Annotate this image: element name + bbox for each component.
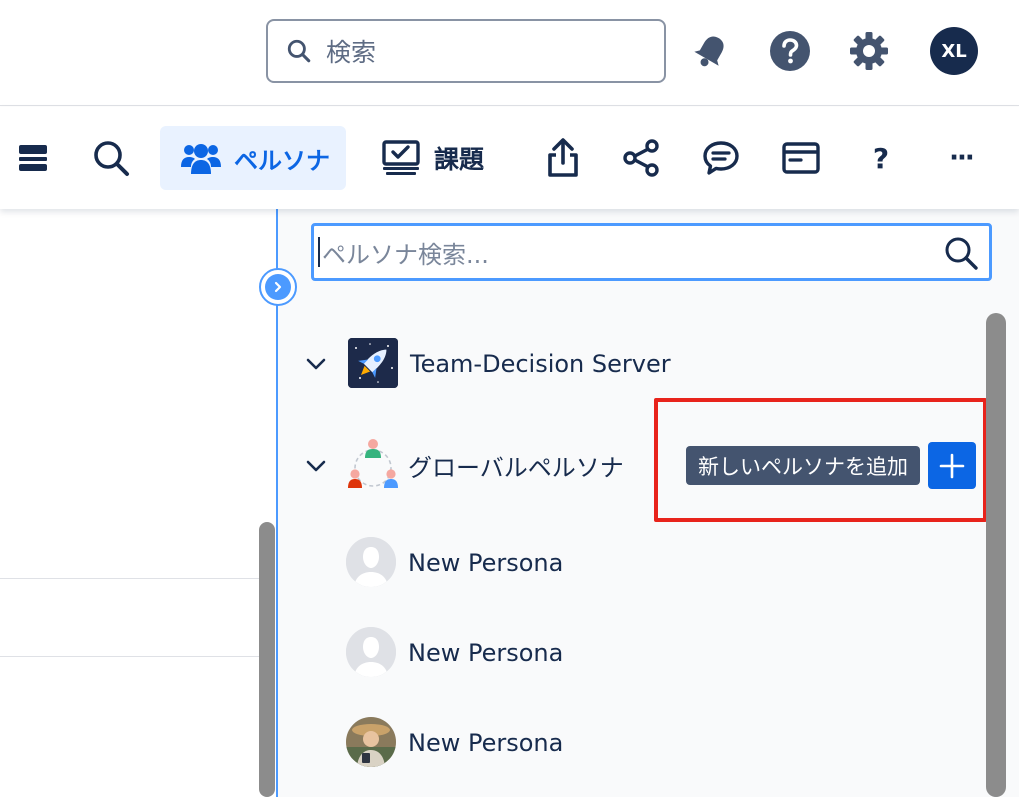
persona-search-placeholder: ペルソナ検索... — [322, 240, 489, 269]
global-search-placeholder: 検索 — [326, 38, 377, 67]
layout-toggle-button[interactable] — [10, 135, 56, 181]
menu-bars-icon — [19, 145, 47, 171]
export-button[interactable] — [540, 135, 586, 181]
tab-issues[interactable]: 課題 — [382, 126, 484, 190]
help-icon — [770, 31, 810, 71]
users-group-icon — [181, 144, 221, 174]
tree-item-global-persona[interactable]: グローバルペルソナ — [408, 448, 624, 482]
tab-persona[interactable]: ペルソナ — [160, 126, 346, 190]
share-upload-icon — [548, 138, 578, 177]
add-persona-tooltip: 新しいペルソナを追加 — [686, 446, 920, 485]
notifications-button[interactable] — [690, 30, 732, 72]
settings-button[interactable] — [848, 30, 890, 72]
search-icon[interactable] — [943, 235, 979, 271]
share-button[interactable] — [618, 135, 664, 181]
tab-persona-label: ペルソナ — [234, 146, 330, 175]
collapse-panel-button[interactable] — [259, 268, 297, 306]
browser-window-icon — [782, 142, 820, 174]
gear-icon — [850, 32, 888, 70]
window-button[interactable] — [778, 135, 824, 181]
global-persona-icon — [346, 436, 400, 492]
persona-avatar-placeholder — [346, 627, 396, 677]
more-options-button[interactable]: ··· — [938, 135, 984, 181]
persona-panel — [276, 209, 1019, 797]
persona-avatar-photo — [346, 717, 396, 767]
tree-item-team-decision-server[interactable]: Team-Decision Server — [410, 348, 671, 380]
tab-issues-label: 課題 — [434, 145, 485, 174]
user-avatar[interactable]: XL — [930, 27, 978, 75]
comment-icon — [703, 141, 739, 175]
bell-icon — [694, 36, 724, 67]
content-divider — [0, 656, 260, 657]
persona-item-label: New Persona — [408, 729, 564, 757]
main-scrollbar-thumb[interactable] — [259, 522, 275, 797]
persona-item[interactable]: New Persona — [408, 727, 563, 759]
monitor-check-icon — [382, 140, 420, 175]
rocket-icon — [348, 338, 398, 388]
panel-scrollbar-thumb[interactable] — [986, 313, 1006, 797]
chevron-right-icon — [274, 281, 282, 293]
toolbar-search-button[interactable] — [88, 135, 134, 181]
search-icon — [287, 39, 311, 63]
main-content-area — [0, 209, 276, 797]
project-toolbar: ペルソナ 課題 ? ··· — [0, 107, 1019, 209]
persona-item[interactable]: New Persona — [408, 547, 563, 579]
share-nodes-icon — [623, 139, 659, 177]
comments-button[interactable] — [698, 135, 744, 181]
tree-item-label: グローバルペルソナ — [408, 453, 624, 482]
top-header: 検索 XL — [0, 0, 1019, 106]
persona-item-label: New Persona — [408, 639, 564, 667]
plus-icon — [939, 453, 965, 478]
tree-item-label: Team-Decision Server — [410, 350, 671, 378]
persona-search-input[interactable]: ペルソナ検索... — [311, 223, 992, 281]
chevron-down-icon[interactable] — [303, 351, 329, 377]
text-caret — [318, 237, 320, 267]
persona-item[interactable]: New Persona — [408, 637, 563, 669]
persona-item-label: New Persona — [408, 549, 564, 577]
global-search-input[interactable]: 検索 — [266, 19, 666, 83]
content-divider — [0, 578, 260, 579]
search-icon — [94, 141, 129, 176]
chevron-down-icon[interactable] — [303, 453, 329, 479]
add-persona-button[interactable] — [928, 442, 976, 489]
help-button[interactable] — [769, 30, 811, 72]
persona-avatar-placeholder — [346, 537, 396, 587]
toolbar-help-button[interactable]: ? — [858, 135, 904, 181]
